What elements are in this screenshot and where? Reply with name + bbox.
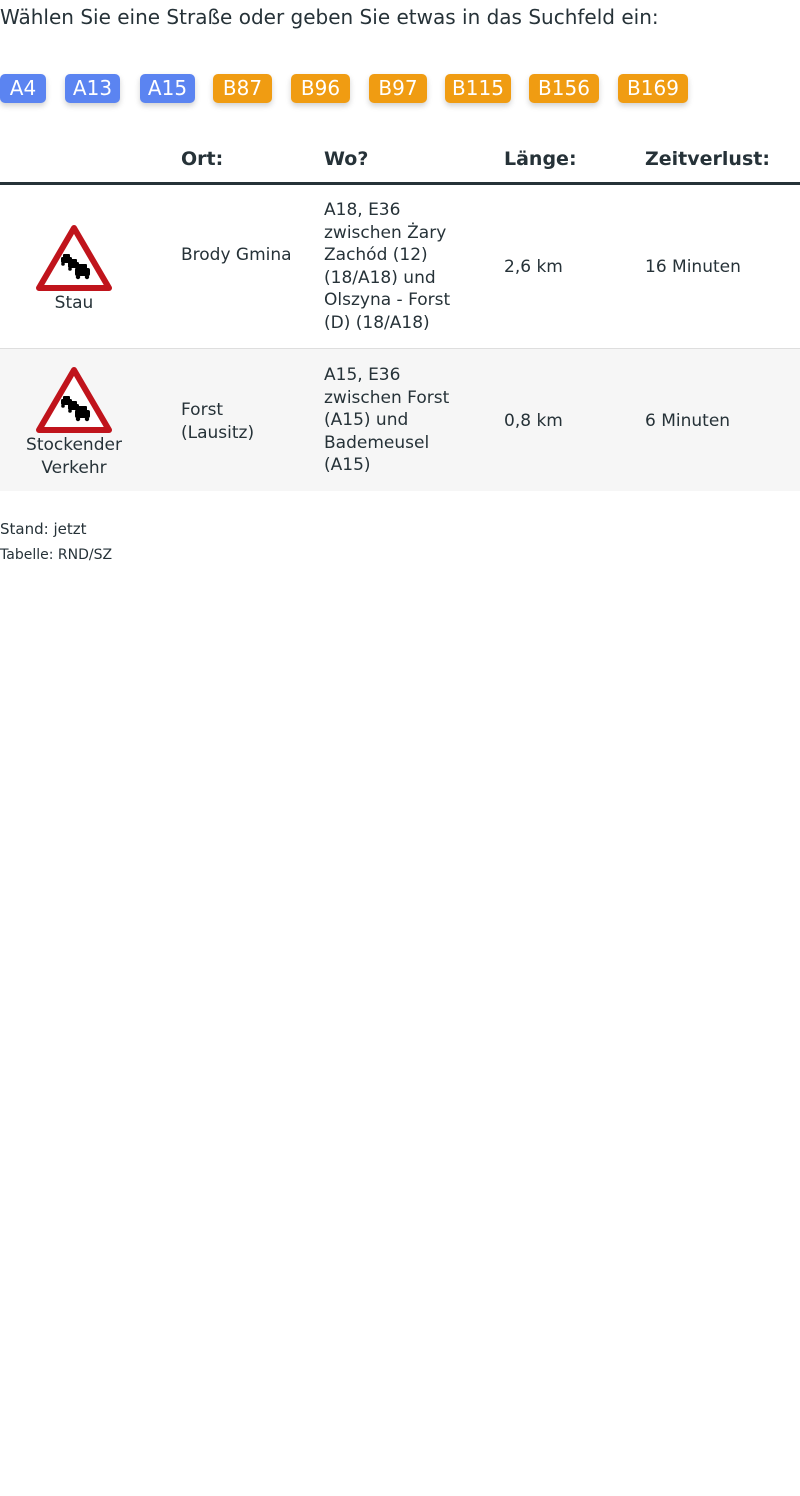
road-chip-b156[interactable]: B156 [529, 74, 599, 103]
stand-text: Stand: jetzt [0, 520, 87, 538]
table-header: Ort: Wo? Länge: Zeitverlust: [0, 140, 800, 185]
road-filter-bar: A4 A13 A15 B87 B96 B97 B115 B156 B169 [0, 74, 800, 104]
incident-type-cell: Stockender Verkehr [0, 366, 148, 480]
zeitverlust-cell: 16 Minuten [645, 257, 741, 277]
road-chip-a4[interactable]: A4 [0, 74, 46, 103]
road-chip-b96[interactable]: B96 [291, 74, 350, 103]
incident-type-label: Stau [54, 293, 94, 313]
header-wo: Wo? [324, 148, 369, 170]
traffic-jam-warning-icon [36, 225, 112, 291]
road-chip-b115[interactable]: B115 [445, 74, 511, 103]
road-chip-a15[interactable]: A15 [140, 74, 195, 103]
incident-type-label: Stockender Verkehr [26, 435, 122, 478]
road-chip-b97[interactable]: B97 [369, 74, 427, 103]
ort-cell: Brody Gmina [181, 245, 292, 265]
wo-cell: A18, E36 zwischen Żary Zachód (12) (18/A… [324, 200, 451, 333]
zeitverlust-cell: 6 Minuten [645, 411, 731, 431]
wo-cell: A15, E36 zwischen Forst (A15) und Bademe… [324, 365, 450, 476]
incident-type-cell: Stau [0, 224, 148, 315]
instruction-text: Wählen Sie eine Straße oder geben Sie et… [0, 5, 659, 29]
header-ort: Ort: [181, 148, 224, 170]
header-laenge: Länge: [504, 148, 577, 170]
laenge-cell: 2,6 km [504, 257, 563, 277]
ort-cell: Forst (Lausitz) [181, 400, 255, 443]
table-row: Stockender Verkehr Forst (Lausitz) A15, … [0, 349, 800, 491]
source-text: Tabelle: RND/SZ [0, 547, 113, 563]
road-chip-a13[interactable]: A13 [65, 74, 120, 103]
traffic-jam-warning-icon [36, 367, 112, 433]
laenge-cell: 0,8 km [504, 411, 563, 431]
road-chip-b169[interactable]: B169 [618, 74, 688, 103]
road-chip-b87[interactable]: B87 [213, 74, 272, 103]
header-zeitverlust: Zeitverlust: [645, 148, 770, 170]
table-row: Stau Brody Gmina A18, E36 zwischen Żary … [0, 185, 800, 349]
